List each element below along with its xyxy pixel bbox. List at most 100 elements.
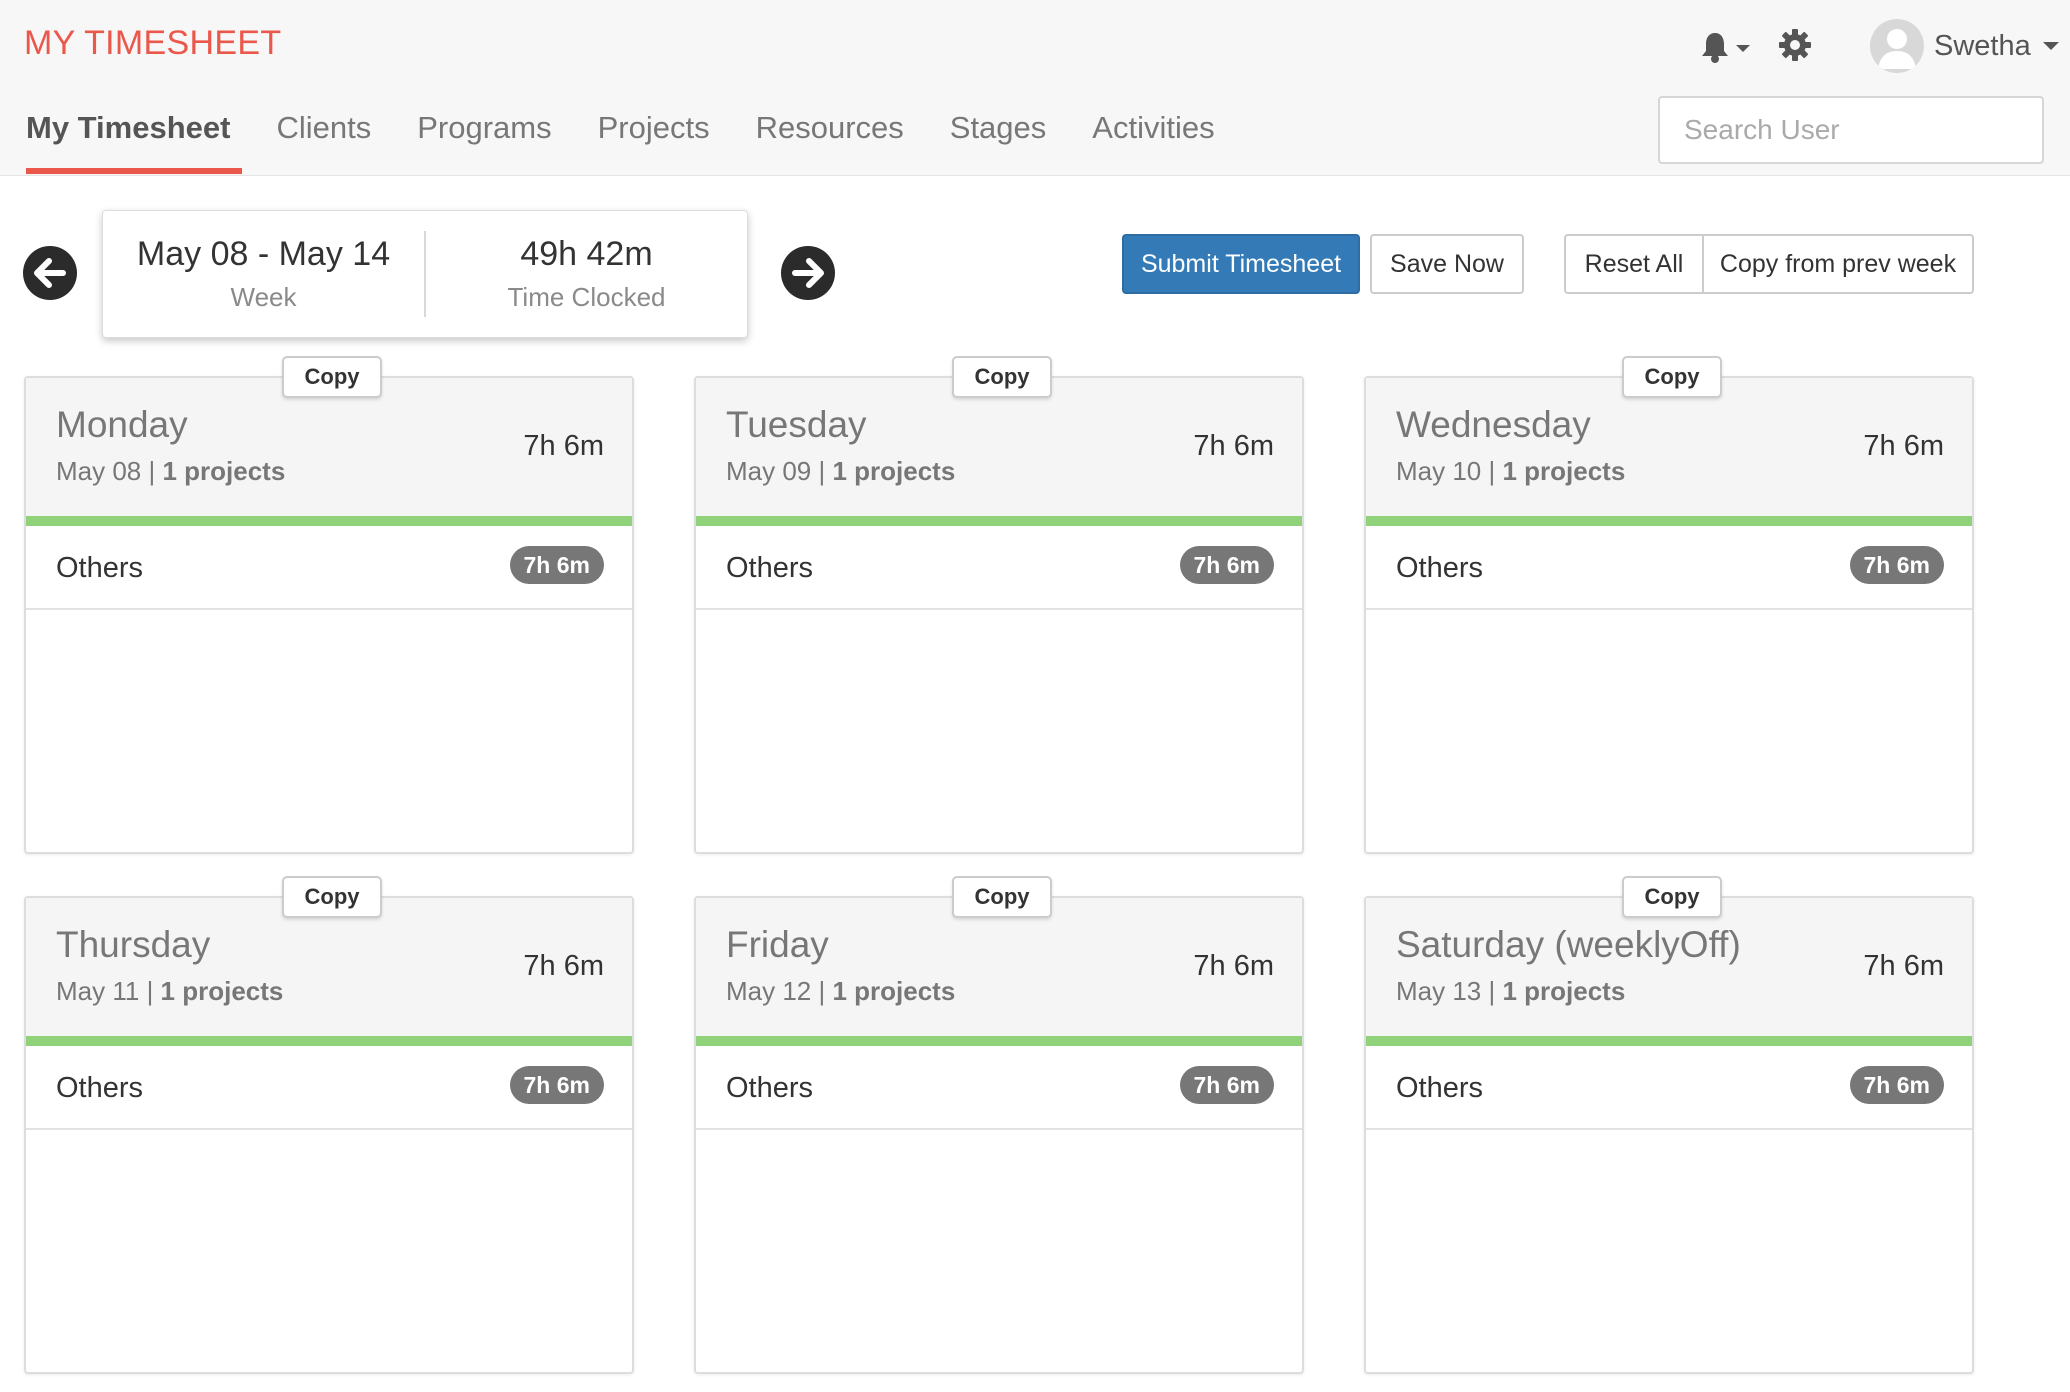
entry-name: Others	[726, 1072, 814, 1104]
day-total: 7h 6m	[1863, 950, 1944, 982]
day-card-saturday: Saturday (weeklyOff) May 13 | 1 projects…	[1364, 876, 1974, 1374]
avatar	[1870, 19, 1924, 73]
copy-day-button[interactable]: Copy	[282, 876, 382, 918]
main-nav: My Timesheet Clients Programs Projects R…	[14, 100, 1249, 176]
entry-name: Others	[56, 552, 144, 584]
entry-time-badge: 7h 6m	[509, 1066, 604, 1104]
entry-row[interactable]: Others 7h 6m	[1366, 1046, 1972, 1130]
save-now-button[interactable]: Save Now	[1370, 234, 1524, 294]
entry-row[interactable]: Others 7h 6m	[26, 526, 632, 610]
day-projects: 1 projects	[1502, 976, 1626, 1006]
reset-all-button[interactable]: Reset All	[1564, 234, 1704, 294]
entry-name: Others	[1396, 552, 1484, 584]
copy-day-button[interactable]: Copy	[1622, 876, 1722, 918]
user-name: Swetha	[1934, 29, 2031, 62]
nav-tab-activities[interactable]: Activities	[1080, 100, 1226, 176]
week-range-label: Week	[230, 282, 297, 312]
copy-day-button[interactable]: Copy	[952, 876, 1052, 918]
week-summary: May 08 - May 14 Week 49h 42m Time Clocke…	[102, 210, 748, 338]
day-header: Tuesday May 09 | 1 projects 7h 6m	[696, 378, 1302, 516]
day-progress-fill	[696, 516, 1302, 526]
settings-button[interactable]	[1778, 28, 1812, 62]
user-silhouette-icon	[1878, 29, 1916, 69]
nav-tab-programs[interactable]: Programs	[405, 100, 563, 176]
day-progress-bar	[26, 516, 632, 526]
day-date: May 08	[56, 456, 142, 486]
day-progress-bar	[696, 516, 1302, 526]
day-meta: May 09 | 1 projects	[726, 456, 956, 486]
day-total: 7h 6m	[1193, 950, 1274, 982]
day-date: May 09	[726, 456, 812, 486]
day-projects: 1 projects	[832, 976, 956, 1006]
entry-name: Others	[726, 552, 814, 584]
entry-time-badge: 7h 6m	[509, 546, 604, 584]
day-progress-fill	[1366, 1036, 1972, 1046]
search-user-input[interactable]	[1658, 96, 2044, 164]
day-card-wednesday: Wednesday May 10 | 1 projects 7h 6m Othe…	[1364, 356, 1974, 854]
app-brand[interactable]: MY TIMESHEET	[24, 24, 281, 63]
day-name: Monday	[56, 404, 188, 445]
entry-name: Others	[1396, 1072, 1484, 1104]
day-projects: 1 projects	[162, 456, 286, 486]
submit-timesheet-button[interactable]: Submit Timesheet	[1122, 234, 1360, 294]
day-header: Monday May 08 | 1 projects 7h 6m	[26, 378, 632, 516]
entry-row[interactable]: Others 7h 6m	[696, 1046, 1302, 1130]
day-name: Saturday (weeklyOff)	[1396, 924, 1741, 965]
nav-tab-resources[interactable]: Resources	[744, 100, 916, 176]
time-clocked-value: 49h 42m	[520, 235, 653, 273]
day-header: Saturday (weeklyOff) May 13 | 1 projects…	[1366, 898, 1972, 1036]
day-progress-fill	[26, 1036, 632, 1046]
day-total: 7h 6m	[1193, 430, 1274, 462]
nav-tab-stages[interactable]: Stages	[938, 100, 1059, 176]
day-meta: May 12 | 1 projects	[726, 976, 956, 1006]
chevron-down-icon	[2042, 42, 2059, 50]
day-name: Friday	[726, 924, 829, 965]
time-clocked-block: 49h 42m Time Clocked	[426, 211, 747, 337]
day-total: 7h 6m	[523, 950, 604, 982]
day-meta: May 10 | 1 projects	[1396, 456, 1626, 486]
entry-row[interactable]: Others 7h 6m	[696, 526, 1302, 610]
day-progress-bar	[696, 1036, 1302, 1046]
day-projects: 1 projects	[832, 456, 956, 486]
gear-icon	[1779, 29, 1811, 61]
entry-row[interactable]: Others 7h 6m	[26, 1046, 632, 1130]
day-progress-fill	[696, 1036, 1302, 1046]
day-progress-bar	[1366, 516, 1972, 526]
copy-day-button[interactable]: Copy	[282, 356, 382, 398]
day-progress-bar	[1366, 1036, 1972, 1046]
day-date: May 13	[1396, 976, 1482, 1006]
entry-name: Others	[56, 1072, 144, 1104]
day-card-friday: Friday May 12 | 1 projects 7h 6m Others …	[694, 876, 1304, 1374]
entry-row[interactable]: Others 7h 6m	[1366, 526, 1972, 610]
day-meta: May 08 | 1 projects	[56, 456, 286, 486]
arrow-left-icon	[34, 258, 66, 288]
day-date: May 11	[56, 976, 140, 1006]
nav-tab-my-timesheet[interactable]: My Timesheet	[14, 100, 243, 176]
day-card-tuesday: Tuesday May 09 | 1 projects 7h 6m Others…	[694, 356, 1304, 854]
user-menu[interactable]: Swetha	[1870, 18, 2059, 74]
entry-time-badge: 7h 6m	[1849, 1066, 1944, 1104]
next-week-button[interactable]	[781, 246, 835, 300]
week-range: May 08 - May 14	[136, 235, 391, 273]
day-progress-bar	[26, 1036, 632, 1046]
week-range-block: May 08 - May 14 Week	[103, 211, 424, 337]
copy-day-button[interactable]: Copy	[952, 356, 1052, 398]
day-date: May 10	[1396, 456, 1482, 486]
previous-week-button[interactable]	[23, 246, 77, 300]
nav-tab-projects[interactable]: Projects	[586, 100, 722, 176]
entry-time-badge: 7h 6m	[1849, 546, 1944, 584]
day-total: 7h 6m	[1863, 430, 1944, 462]
day-name: Thursday	[56, 924, 211, 965]
arrow-right-icon	[792, 258, 824, 288]
entry-time-badge: 7h 6m	[1179, 546, 1274, 584]
day-projects: 1 projects	[1502, 456, 1626, 486]
nav-tab-clients[interactable]: Clients	[264, 100, 383, 176]
day-card-thursday: Thursday May 11 | 1 projects 7h 6m Other…	[24, 876, 634, 1374]
day-date: May 12	[726, 976, 812, 1006]
copy-day-button[interactable]: Copy	[1622, 356, 1722, 398]
notifications-dropdown[interactable]	[1700, 30, 1752, 64]
bell-icon	[1702, 33, 1750, 63]
copy-from-prev-week-button[interactable]: Copy from prev week	[1702, 234, 1974, 294]
entry-time-badge: 7h 6m	[1179, 1066, 1274, 1104]
day-card-monday: Monday May 08 | 1 projects 7h 6m Others …	[24, 356, 634, 854]
